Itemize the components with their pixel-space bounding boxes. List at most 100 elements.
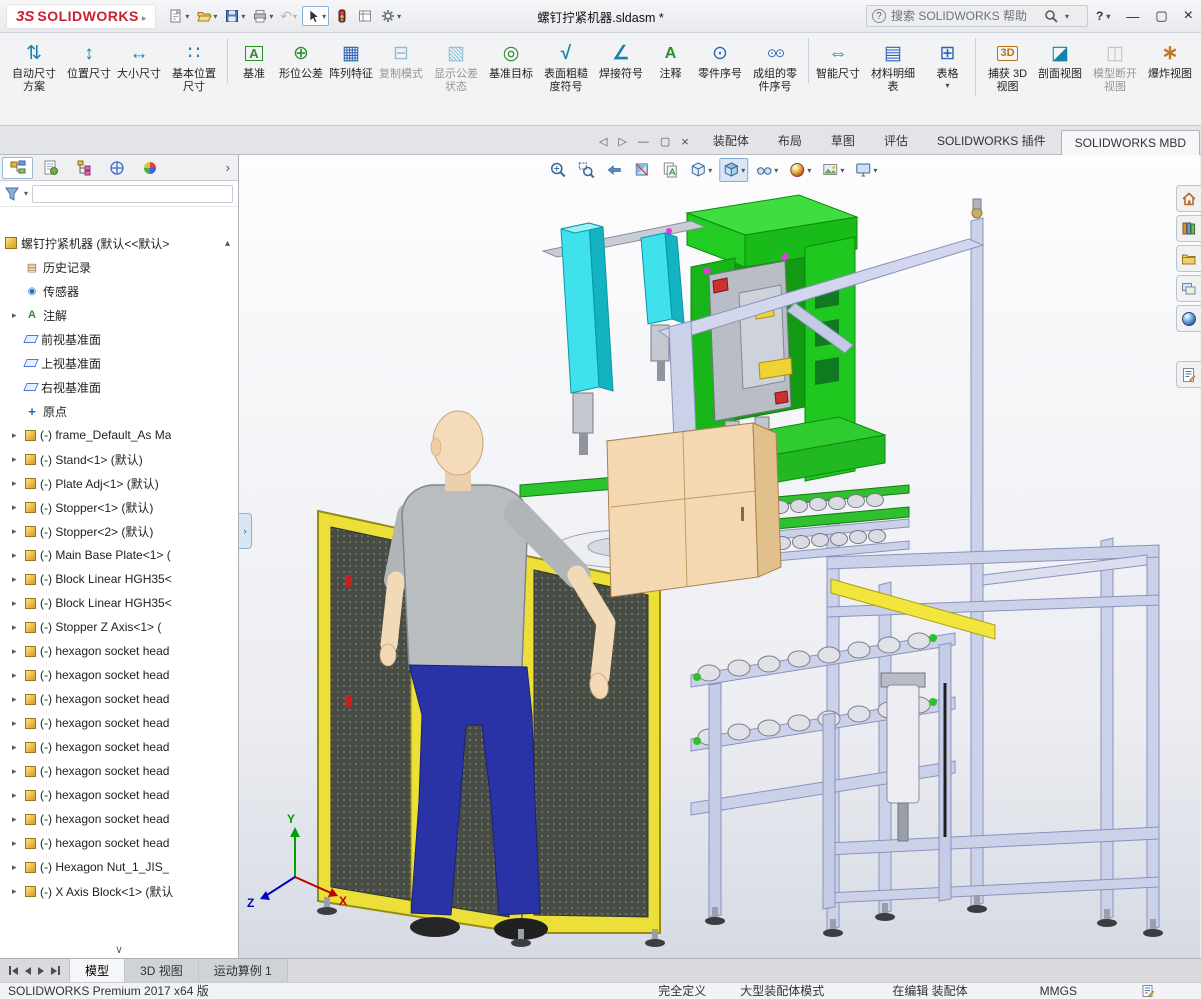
view-settings-button[interactable]: ▾ bbox=[851, 158, 880, 182]
tree-item[interactable]: (-) hexagon socket head bbox=[0, 759, 238, 783]
expand-arrow-icon[interactable] bbox=[12, 814, 21, 825]
tree-item[interactable]: (-) hexagon socket head bbox=[0, 663, 238, 687]
ribbon-button[interactable]: 材料明细表 ▾ bbox=[863, 38, 923, 96]
previous-tab-icon[interactable] bbox=[25, 966, 31, 975]
ribbon-button[interactable]: 基本位置尺寸 ▾ bbox=[164, 38, 224, 96]
expand-arrow-icon[interactable] bbox=[12, 502, 21, 513]
expand-arrow-icon[interactable] bbox=[12, 358, 21, 369]
expand-arrow-icon[interactable] bbox=[12, 286, 21, 297]
displaymanager-tab[interactable] bbox=[134, 157, 165, 179]
expand-arrow-icon[interactable] bbox=[12, 382, 21, 393]
view-palette-tab[interactable] bbox=[1176, 275, 1201, 302]
command-tab[interactable]: 装配体 bbox=[699, 126, 763, 154]
custom-properties-tab[interactable] bbox=[1176, 361, 1201, 388]
feature-tree[interactable]: 螺钉拧紧机器 (默认<<默认> ▴ ∨ 历史记录 传感器 bbox=[0, 207, 238, 958]
panel-header-chevron-icon[interactable]: › bbox=[220, 160, 236, 175]
ribbon-button[interactable]: 捕获 3D 视图 ▾ bbox=[975, 38, 1035, 96]
ribbon-button[interactable]: 焊接符号 ▾ bbox=[596, 38, 646, 83]
expand-arrow-icon[interactable] bbox=[12, 454, 21, 465]
ribbon-button[interactable]: 注释 ▾ bbox=[646, 38, 695, 83]
expand-arrow-icon[interactable] bbox=[12, 526, 21, 537]
ribbon-button[interactable]: 成组的零件序号 ▾ bbox=[745, 38, 805, 96]
close-icon[interactable]: × bbox=[1184, 7, 1193, 25]
panel-collapse-handle[interactable]: › bbox=[239, 513, 252, 549]
tree-item[interactable]: (-) hexagon socket head bbox=[0, 711, 238, 735]
tree-item[interactable]: (-) hexagon socket head bbox=[0, 735, 238, 759]
filter-dropdown-icon[interactable]: ▾ bbox=[24, 189, 28, 198]
expand-arrow-icon[interactable] bbox=[12, 790, 21, 801]
minimize-icon[interactable]: — bbox=[1126, 9, 1139, 24]
expand-arrow-icon[interactable] bbox=[12, 430, 21, 441]
command-tab[interactable]: 草图 bbox=[817, 126, 869, 154]
help-menu[interactable]: ? ▾ bbox=[1096, 9, 1110, 23]
expand-arrow-icon[interactable] bbox=[12, 766, 21, 777]
tree-item[interactable]: (-) Stopper<2> (默认) bbox=[0, 519, 238, 543]
tree-item[interactable]: (-) X Axis Block<1> (默认 bbox=[0, 879, 238, 903]
expand-arrow-icon[interactable] bbox=[12, 334, 21, 345]
ribbon-button[interactable]: 爆炸视图 ▾ bbox=[1145, 38, 1195, 83]
tree-item[interactable]: (-) Block Linear HGH35< bbox=[0, 567, 238, 591]
new-document-button[interactable]: ▾ bbox=[166, 7, 191, 25]
expand-arrow-icon[interactable] bbox=[12, 574, 21, 585]
expand-arrow-icon[interactable] bbox=[12, 406, 21, 417]
view-orientation-button[interactable]: ▾ bbox=[719, 158, 749, 182]
expand-arrow-icon[interactable] bbox=[12, 718, 21, 729]
undo-button[interactable]: ↶ ▾ bbox=[278, 7, 299, 26]
status-custom-properties-icon[interactable] bbox=[1141, 984, 1155, 998]
ribbon-button[interactable]: 基准目标 ▾ bbox=[486, 38, 536, 83]
dimxpertmanager-tab[interactable] bbox=[101, 157, 132, 179]
command-tab[interactable]: 评估 bbox=[870, 126, 922, 154]
ribbon-button[interactable]: 形位公差 ▾ bbox=[276, 38, 326, 83]
featuremanager-tree-tab[interactable] bbox=[2, 156, 33, 179]
apply-scene-button[interactable]: ▾ bbox=[818, 158, 847, 182]
previous-view-button[interactable] bbox=[602, 158, 626, 182]
tree-item[interactable]: (-) Hexagon Nut_1_JIS_ bbox=[0, 855, 238, 879]
search-dropdown-icon[interactable]: ▾ bbox=[1065, 12, 1069, 21]
design-library-tab[interactable] bbox=[1176, 215, 1201, 242]
hide-show-items-button[interactable]: ▾ bbox=[752, 158, 781, 182]
document-tab[interactable]: 3D 视图 bbox=[125, 959, 199, 982]
expand-arrow-icon[interactable] bbox=[12, 670, 21, 681]
tree-item[interactable]: (-) hexagon socket head bbox=[0, 831, 238, 855]
tree-item[interactable]: 注解 bbox=[0, 303, 238, 327]
tree-item[interactable]: (-) Block Linear HGH35< bbox=[0, 591, 238, 615]
tree-item[interactable]: (-) Stopper Z Axis<1> ( bbox=[0, 615, 238, 639]
ribbon-button[interactable]: 剖面视图 ▾ bbox=[1035, 38, 1085, 83]
display-style-button[interactable]: ▾ bbox=[686, 158, 715, 182]
open-button[interactable]: ▾ bbox=[194, 7, 219, 25]
expand-arrow-icon[interactable] bbox=[12, 598, 21, 609]
expand-arrow-icon[interactable] bbox=[12, 694, 21, 705]
ribbon-button[interactable]: 显示公差状态 ▾ bbox=[426, 38, 486, 96]
appearances-tab[interactable] bbox=[1176, 305, 1201, 332]
first-tab-icon[interactable] bbox=[9, 966, 18, 975]
tree-item[interactable]: 上视基准面 bbox=[0, 351, 238, 375]
tree-item[interactable]: (-) Stopper<1> (默认) bbox=[0, 495, 238, 519]
tree-item[interactable]: (-) Stand<1> (默认) bbox=[0, 447, 238, 471]
options-button[interactable]: ▾ bbox=[378, 7, 403, 25]
help-search-box[interactable]: ? ▾ bbox=[866, 5, 1088, 27]
ribbon-button[interactable]: 零件序号 ▾ bbox=[695, 38, 745, 83]
tree-filter-input[interactable] bbox=[32, 184, 233, 203]
help-search-input[interactable] bbox=[891, 9, 1039, 23]
solidworks-resources-tab[interactable] bbox=[1176, 185, 1201, 212]
ribbon-button[interactable]: 智能尺寸 ▾ bbox=[808, 38, 863, 83]
expand-arrow-icon[interactable] bbox=[12, 646, 21, 657]
configurationmanager-tab[interactable] bbox=[68, 157, 99, 179]
tree-item[interactable]: 右视基准面 bbox=[0, 375, 238, 399]
select-button[interactable]: ▾ bbox=[302, 6, 330, 26]
tree-item[interactable]: (-) Main Base Plate<1> ( bbox=[0, 543, 238, 567]
ribbon-button[interactable]: 复制模式 ▾ bbox=[376, 38, 426, 83]
expand-arrow-icon[interactable] bbox=[12, 310, 21, 321]
ribbon-button[interactable]: 模型断开视图 ▾ bbox=[1085, 38, 1145, 96]
tree-root-item[interactable]: 螺钉拧紧机器 (默认<<默认> ▴ bbox=[0, 231, 238, 255]
tree-item[interactable]: (-) hexagon socket head bbox=[0, 639, 238, 663]
expand-arrow-icon[interactable] bbox=[12, 886, 21, 897]
expand-arrow-icon[interactable] bbox=[12, 262, 21, 273]
tree-item[interactable]: 历史记录 bbox=[0, 255, 238, 279]
rebuild-button[interactable] bbox=[332, 7, 352, 25]
ribbon-button[interactable]: 大小尺寸 ▾ bbox=[114, 38, 164, 83]
file-properties-button[interactable] bbox=[355, 7, 375, 25]
tree-item[interactable]: (-) hexagon socket head bbox=[0, 807, 238, 831]
propertymanager-tab[interactable] bbox=[35, 157, 66, 179]
restore-doc-icon[interactable]: ▢ bbox=[660, 135, 670, 148]
